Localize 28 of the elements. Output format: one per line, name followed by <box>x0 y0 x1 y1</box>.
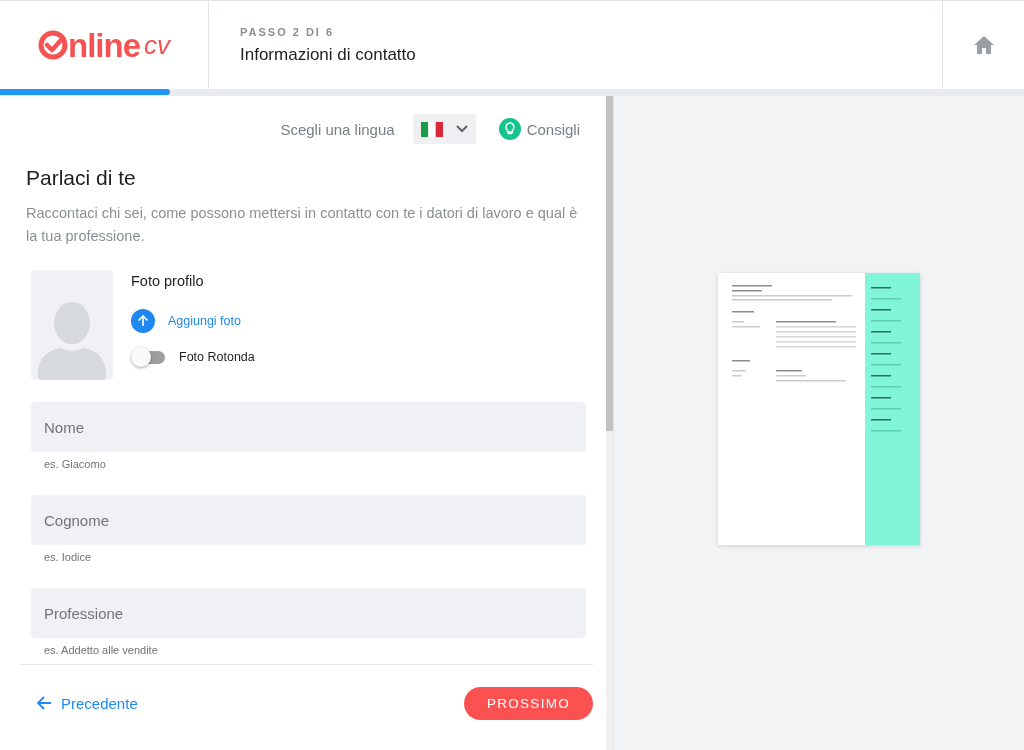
next-button[interactable]: PROSSIMO <box>464 686 593 720</box>
text-field[interactable]: Nome <box>31 402 586 452</box>
previous-button[interactable]: Precedente <box>21 694 138 712</box>
photo-title: Foto profilo <box>131 273 205 289</box>
person-silhouette-icon <box>38 300 106 380</box>
step-counter: PASSO 2 DI 6 <box>240 25 336 38</box>
field-hint: es. Giacomo <box>44 458 107 470</box>
chevron-down-icon <box>455 125 468 133</box>
field-hint: es. Iodice <box>44 551 93 563</box>
round-photo-toggle[interactable] <box>131 347 167 367</box>
page-title: Informazioni di contatto <box>240 44 417 65</box>
language-label: Scegli una lingua <box>280 120 395 138</box>
text-field[interactable]: Professione <box>31 588 586 638</box>
field-hint: es. Addetto alle vendite <box>44 644 159 656</box>
italian-flag-icon <box>420 121 443 137</box>
check-circle-icon <box>38 30 68 60</box>
round-photo-label: Foto Rotonda <box>179 350 255 364</box>
add-photo-link[interactable]: Aggiungi foto <box>131 309 255 333</box>
tips-button[interactable]: Consigli <box>498 118 580 140</box>
lightbulb-icon <box>498 118 521 140</box>
section-heading: Parlaci di te <box>26 166 137 190</box>
text-field[interactable]: Cognome <box>31 495 586 545</box>
logo: nlinecv <box>38 28 170 62</box>
section-description: Raccontaci chi sei, come possono mettersi in contatto con te i datori di lavoro e qual è la tua professione. <box>26 204 579 246</box>
home-icon[interactable] <box>973 36 994 54</box>
scrollbar[interactable] <box>606 96 613 750</box>
arrow-left-icon <box>37 696 52 710</box>
language-select[interactable] <box>412 114 476 144</box>
